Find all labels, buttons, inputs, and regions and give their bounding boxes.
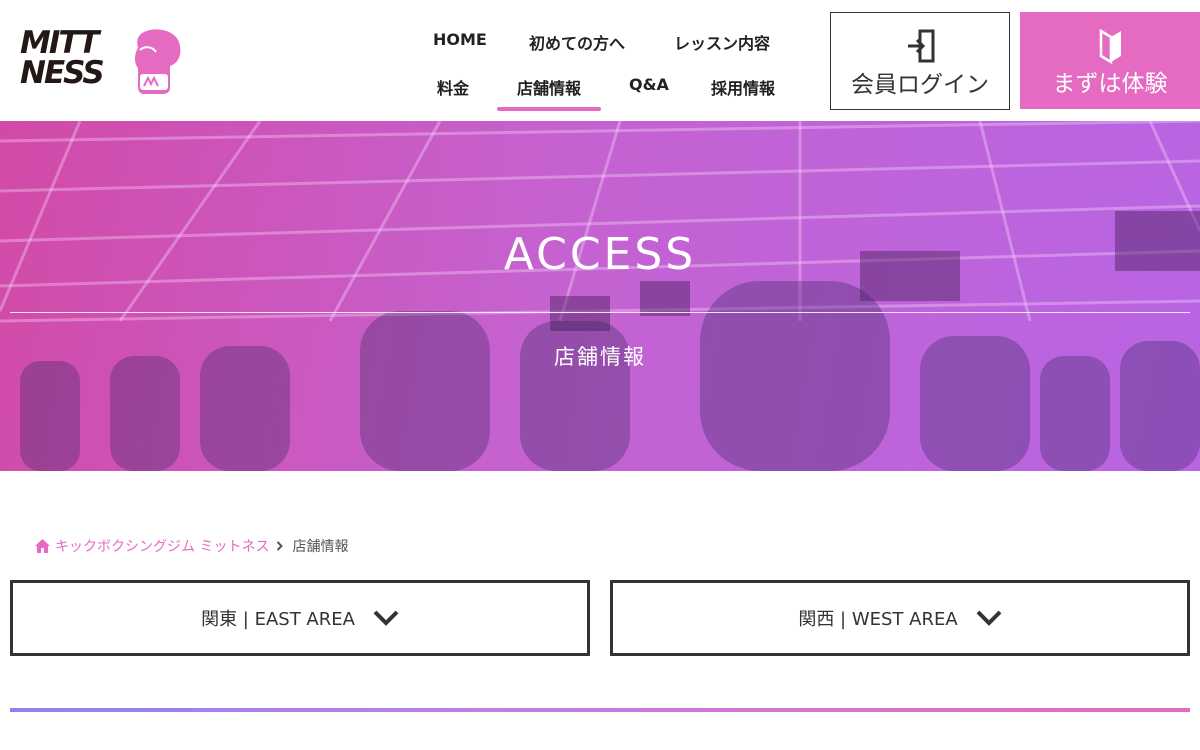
breadcrumb-current: 店舗情報 bbox=[292, 539, 349, 555]
nav-recruit[interactable]: 採用情報 bbox=[711, 75, 775, 99]
chevron-down-icon bbox=[373, 610, 399, 626]
chevron-right-icon bbox=[277, 541, 284, 551]
home-icon bbox=[35, 539, 50, 553]
member-login-label: 会員ログイン bbox=[851, 72, 989, 98]
member-login-button[interactable]: 会員ログイン bbox=[830, 12, 1010, 110]
breadcrumb: キックボクシングジム ミットネス 店舗情報 bbox=[35, 536, 348, 556]
hero-title: ACCESS bbox=[503, 229, 697, 280]
beginner-mark-icon bbox=[1099, 28, 1121, 64]
hero-banner: ACCESS 店舗情報 bbox=[0, 121, 1200, 471]
chevron-down-icon bbox=[976, 610, 1002, 626]
nav-lessons[interactable]: レッスン内容 bbox=[674, 30, 770, 54]
hero-subtitle: 店舗情報 bbox=[554, 345, 646, 369]
breadcrumb-home-link[interactable]: キックボクシングジム ミットネス bbox=[55, 536, 269, 556]
west-area-toggle[interactable]: 関西 | WEST AREA bbox=[610, 580, 1190, 656]
east-area-label: 関東 | EAST AREA bbox=[201, 609, 355, 630]
nav-qa[interactable]: Q&A bbox=[629, 75, 669, 94]
site-logo[interactable]: MITT NESS bbox=[20, 28, 182, 96]
logo-line-1: MITT bbox=[20, 25, 99, 61]
main-nav: HOME 初めての方へ レッスン内容 料金 店舗情報 Q&A 採用情報 bbox=[410, 20, 810, 112]
login-door-icon bbox=[908, 29, 935, 63]
section-divider bbox=[10, 708, 1190, 712]
nav-first-time[interactable]: 初めての方へ bbox=[529, 30, 625, 54]
nav-stores[interactable]: 店舗情報 bbox=[496, 75, 602, 111]
site-header: MITT NESS HOME 初めての方へ レッスン内容 料金 店舗情報 Q&A… bbox=[0, 0, 1200, 121]
east-area-toggle[interactable]: 関東 | EAST AREA bbox=[10, 580, 590, 656]
logo-line-2: NESS bbox=[20, 55, 105, 91]
hero-background-image bbox=[0, 121, 1200, 471]
nav-home[interactable]: HOME bbox=[433, 30, 487, 49]
trial-label: まずは体験 bbox=[1052, 71, 1168, 97]
nav-pricing[interactable]: 料金 bbox=[437, 75, 469, 99]
boxing-glove-icon bbox=[135, 29, 181, 94]
hero-divider bbox=[10, 312, 1190, 313]
trial-button[interactable]: まずは体験 bbox=[1020, 12, 1200, 109]
west-area-label: 関西 | WEST AREA bbox=[798, 609, 958, 630]
